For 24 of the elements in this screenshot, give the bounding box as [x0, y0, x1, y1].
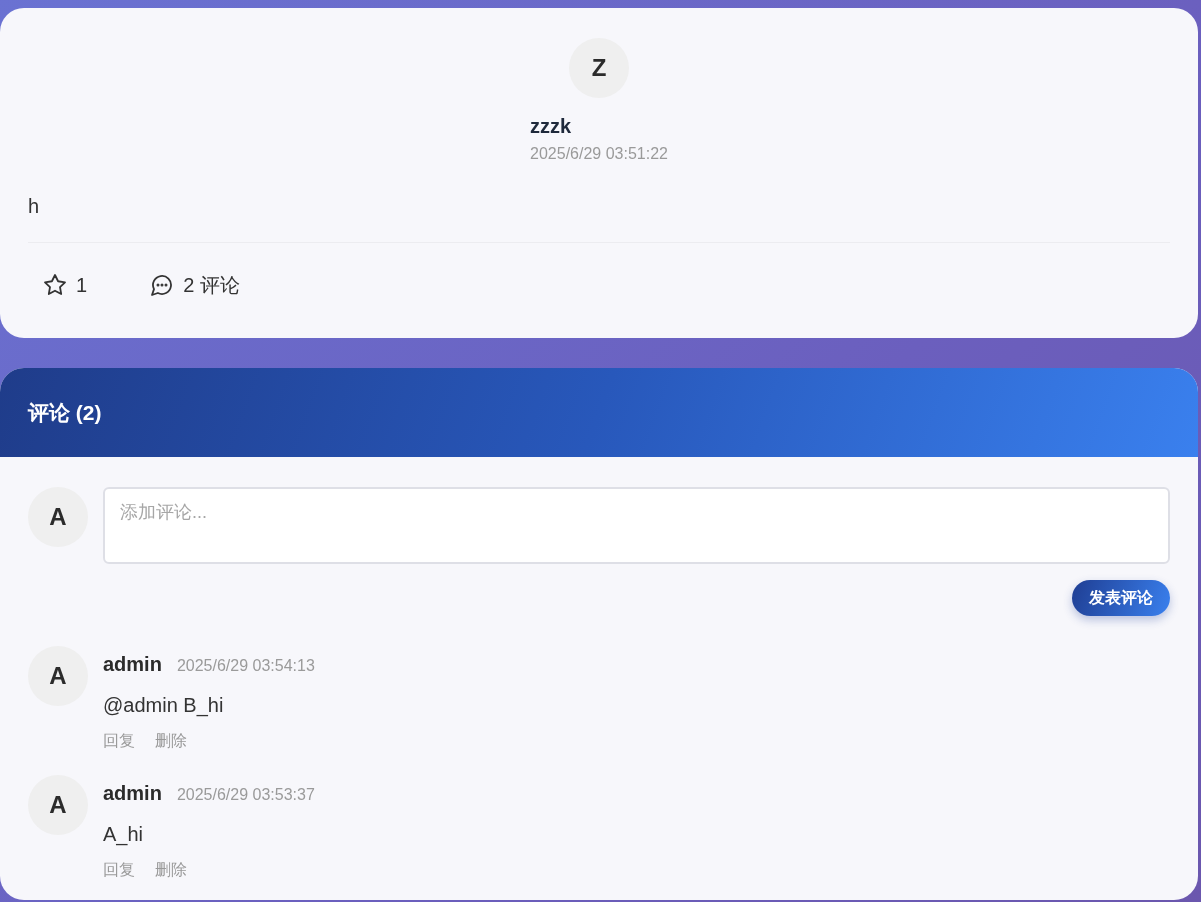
- comment-action-link[interactable]: 删除: [155, 860, 187, 880]
- speech-bubble-icon: [151, 274, 174, 296]
- comment-text: A_hi: [103, 822, 145, 848]
- comment-author: admin: [103, 781, 162, 805]
- comments-title: 评论 (2): [28, 399, 102, 426]
- user-avatar: A: [28, 487, 88, 547]
- comment-action-link[interactable]: 删除: [155, 731, 187, 751]
- post-time: 2025/6/29 03:51:22: [530, 144, 668, 164]
- comment-action-link[interactable]: 回复: [103, 860, 135, 880]
- comments-button[interactable]: 2 评论: [135, 267, 256, 303]
- comment-time: 2025/6/29 03:54:13: [176, 656, 315, 676]
- star-icon: [44, 274, 66, 296]
- post-content: h: [28, 194, 41, 219]
- comment-author: admin: [103, 652, 162, 676]
- user-avatar: A: [28, 646, 88, 706]
- comment-input[interactable]: 添加评论...: [103, 487, 1170, 564]
- comment-time: 2025/6/29 03:53:37: [176, 785, 315, 805]
- author-name: zzzk: [530, 114, 572, 138]
- submit-comment-button[interactable]: 发表评论: [1072, 580, 1170, 616]
- user-avatar: Z: [569, 38, 629, 98]
- user-avatar: A: [28, 775, 88, 835]
- comment-text: @admin B_hi: [103, 693, 225, 719]
- comment-action-link[interactable]: 回复: [103, 731, 135, 751]
- like-button[interactable]: 1: [28, 267, 104, 303]
